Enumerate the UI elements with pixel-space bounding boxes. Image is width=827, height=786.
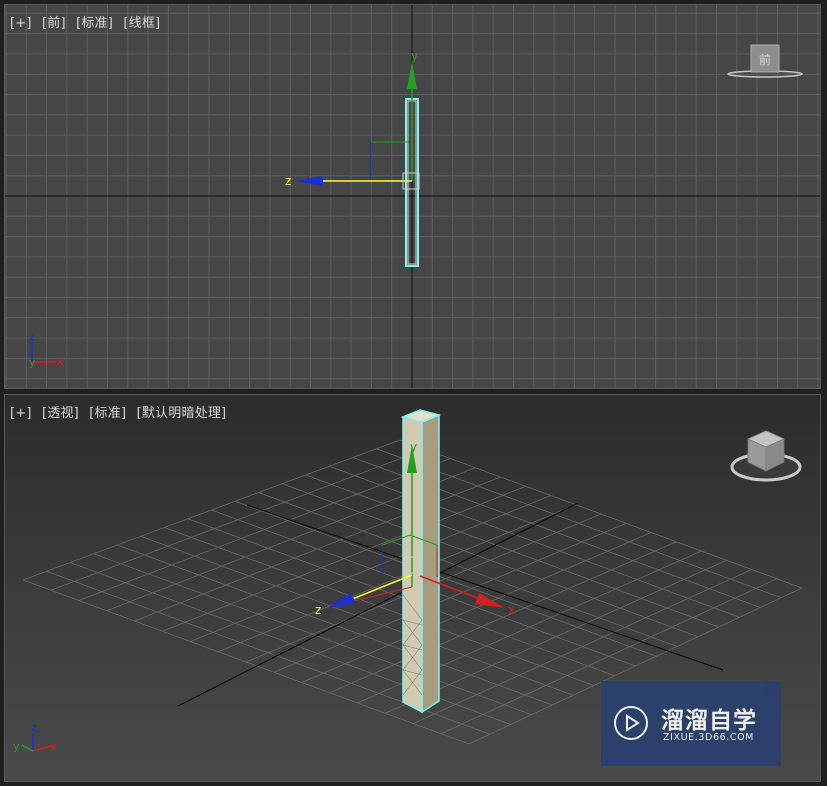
front-viewcube-label: 前 <box>759 52 771 67</box>
tripod-x-label: x <box>50 740 57 753</box>
persp-shading-menu[interactable]: [标准] <box>89 406 126 421</box>
tripod-x-line <box>32 745 52 752</box>
grid-line <box>93 553 532 716</box>
persp-viewport-label: [+] [透视] [标准] [默认明暗处理] <box>10 402 232 421</box>
tripod-y-label: y <box>29 356 36 369</box>
front-gizmo-z-label: z <box>285 174 291 188</box>
tripod-z-label: z <box>29 330 35 343</box>
front-mode-menu[interactable]: [线框] <box>123 16 160 31</box>
front-gizmo-z-arrow[interactable] <box>295 176 323 186</box>
grid-line <box>22 579 470 745</box>
persp-viewcube[interactable] <box>730 430 802 482</box>
persp-gizmo-z-label: z <box>315 603 321 617</box>
persp-gizmo-x-label: x <box>508 603 515 617</box>
front-viewport-label: [+] [前] [标准] [线框] <box>10 12 166 31</box>
persp-plus-menu[interactable]: [+] <box>10 406 32 421</box>
front-viewport[interactable]: y z 前 z y x [+] [前] [标准] [线框] <box>4 4 821 389</box>
persp-axis-tripod: z y x <box>13 721 57 753</box>
persp-column-object[interactable] <box>400 409 442 714</box>
persp-gizmo-z-axis[interactable] <box>344 574 413 603</box>
front-gizmo-y-arrow[interactable] <box>407 62 417 89</box>
tripod-y-line <box>21 744 34 752</box>
grid-line <box>187 518 615 677</box>
front-move-gizmo[interactable]: y z <box>285 49 420 190</box>
front-plus-menu[interactable]: [+] <box>10 16 32 31</box>
front-view-menu[interactable]: [前] <box>42 16 66 31</box>
persp-gizmo-lower-red <box>344 586 413 604</box>
watermark-logo: 溜溜自学 ZIXUE.3D66.COM <box>601 681 781 766</box>
persp-gizmo-y-label: y <box>410 440 417 454</box>
tripod-x-label: x <box>57 355 64 368</box>
tripod-z-label: z <box>31 721 37 734</box>
front-shading-menu[interactable]: [标准] <box>76 16 113 31</box>
persp-mode-menu[interactable]: [默认明暗处理] <box>137 406 227 421</box>
tripod-y-label: y <box>13 740 20 753</box>
persp-column-right-face[interactable] <box>421 413 440 714</box>
watermark-title: 溜溜自学 <box>661 708 757 734</box>
front-viewport-canvas[interactable]: y z 前 z y x <box>5 5 821 389</box>
persp-view-menu[interactable]: [透视] <box>42 406 79 421</box>
persp-gizmo-z-arrow[interactable] <box>327 593 356 608</box>
play-icon <box>614 706 648 740</box>
front-gizmo-y-label: y <box>411 49 418 63</box>
watermark-url: ZIXUE.3D66.COM <box>663 732 754 743</box>
grid-line <box>117 544 553 706</box>
front-viewcube[interactable]: 前 <box>727 44 803 78</box>
grid-line <box>69 562 511 725</box>
